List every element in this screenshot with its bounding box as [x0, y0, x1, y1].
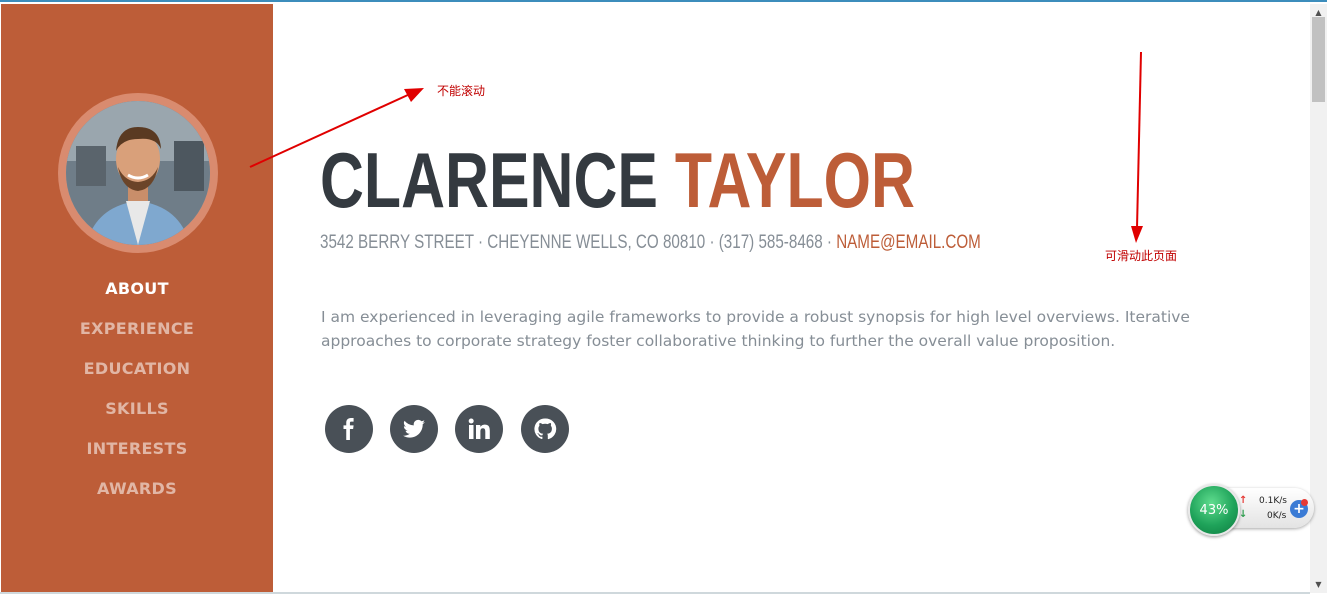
window-bottom-border	[0, 592, 1310, 594]
download-arrow-icon: ↓	[1239, 509, 1248, 520]
memory-usage-indicator[interactable]: 43%	[1188, 484, 1240, 536]
annotation-arrow-right	[1136, 51, 1142, 229]
annotation-arrowhead-right	[1131, 226, 1143, 243]
annotation-no-scroll: 不能滚动	[437, 84, 486, 98]
scroll-down-arrow-icon[interactable]: ▼	[1310, 576, 1327, 593]
upload-arrow-icon: ↑	[1239, 495, 1248, 506]
annotation-arrow-left	[249, 93, 411, 168]
scroll-thumb[interactable]	[1312, 17, 1325, 102]
notification-dot-icon	[1301, 499, 1308, 506]
upload-speed: 0.1K/s	[1259, 496, 1287, 506]
annotation-arrows	[249, 51, 1143, 243]
annotation-can-scroll: 可滑动此页面	[1105, 249, 1178, 263]
download-speed: 0K/s	[1267, 511, 1287, 521]
